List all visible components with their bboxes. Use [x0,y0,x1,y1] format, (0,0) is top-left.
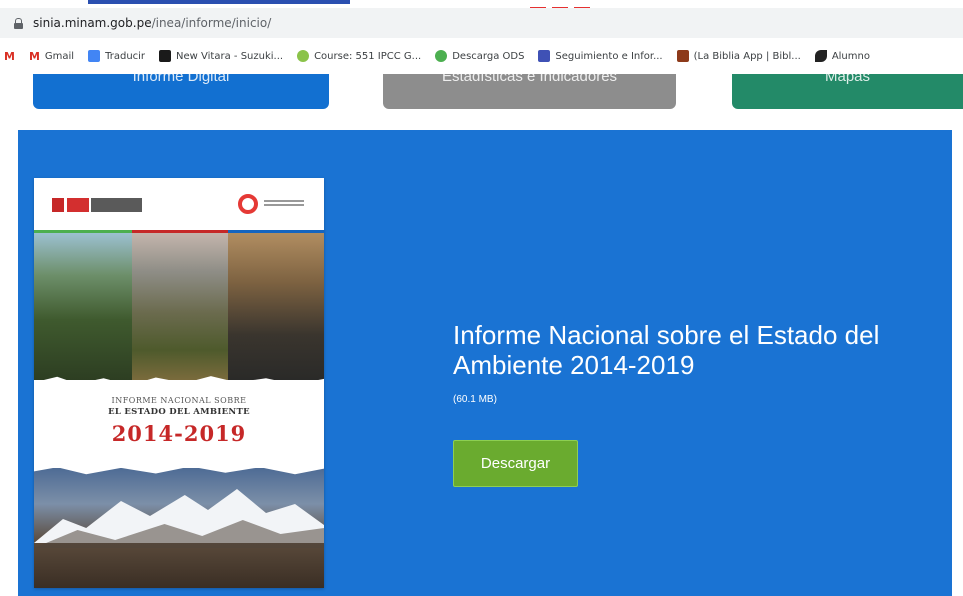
url-text[interactable]: sinia.minam.gob.pe/inea/informe/inicio/ [33,16,271,30]
bookmark-gmail-partial[interactable]: M [4,50,15,63]
cover-title-line2: EL ESTADO DEL AMBIENTE [108,407,250,417]
translate-icon [88,50,101,62]
cropped-red-fragment [530,0,620,13]
suzuki-icon [159,50,172,62]
bicentenario-logo [238,194,258,214]
bookmark-suzuki[interactable]: New Vitara - Suzuki... [159,50,283,62]
gmail-icon: M [4,49,15,63]
bookmark-seguimiento[interactable]: Seguimiento e Infor... [538,50,663,62]
tab-estadisticas[interactable]: Estadísticas e Indicadores [383,74,676,109]
bookmark-descarga-ods[interactable]: Descarga ODS [435,50,524,62]
tab-informe-digital[interactable]: Informe Digital [33,74,329,109]
peru-government-logo [52,198,142,212]
bookmark-course[interactable]: Course: 551 IPCC G... [297,50,421,62]
cover-title: INFORME NACIONAL SOBRE EL ESTADO DEL AMB… [34,396,324,446]
tab-mapas[interactable]: Mapas [732,74,963,109]
lock-icon [14,17,23,29]
download-ods-icon [435,50,448,62]
cover-photo-forest [34,230,132,380]
report-hero-panel: INFORME NACIONAL SOBRE EL ESTADO DEL AMB… [18,130,952,596]
cover-accent-blue [228,230,324,233]
cover-header [34,178,324,230]
download-button[interactable]: Descargar [453,440,578,487]
cover-photo-highlands [132,230,228,380]
gmail-icon: M [28,49,40,63]
bookmarks-bar: M M Gmail Traducir New Vitara - Suzuki...… [0,38,963,74]
cover-accent-green [34,230,132,233]
section-tabs: Informe Digital Estadísticas e Indicador… [0,74,963,130]
course-icon [297,50,310,62]
cover-photo-rocks [228,230,324,380]
cover-title-years: 2014-2019 [111,421,247,446]
bookmark-traducir[interactable]: Traducir [88,50,145,62]
cropped-top-strip [0,0,963,13]
bookmark-gmail[interactable]: M Gmail [29,50,74,63]
cropped-blue-fragment [88,0,350,4]
bird-icon [814,50,827,62]
bicentenario-text-mark [264,200,304,208]
report-cover-image[interactable]: INFORME NACIONAL SOBRE EL ESTADO DEL AMB… [34,178,324,588]
report-file-size: (60.1 MB) [453,394,497,405]
report-title: Informe Nacional sobre el Estado del Amb… [453,320,880,380]
cover-title-line1: INFORME NACIONAL SOBRE [111,396,247,405]
cover-accent-red [132,230,228,233]
chart-icon [538,50,551,62]
address-bar[interactable]: sinia.minam.gob.pe/inea/informe/inicio/ [0,8,963,38]
bookmark-biblia[interactable]: (La Biblia App | Bibl... [676,50,801,62]
bible-icon [676,50,689,62]
bookmark-alumno[interactable]: Alumno [814,50,870,62]
